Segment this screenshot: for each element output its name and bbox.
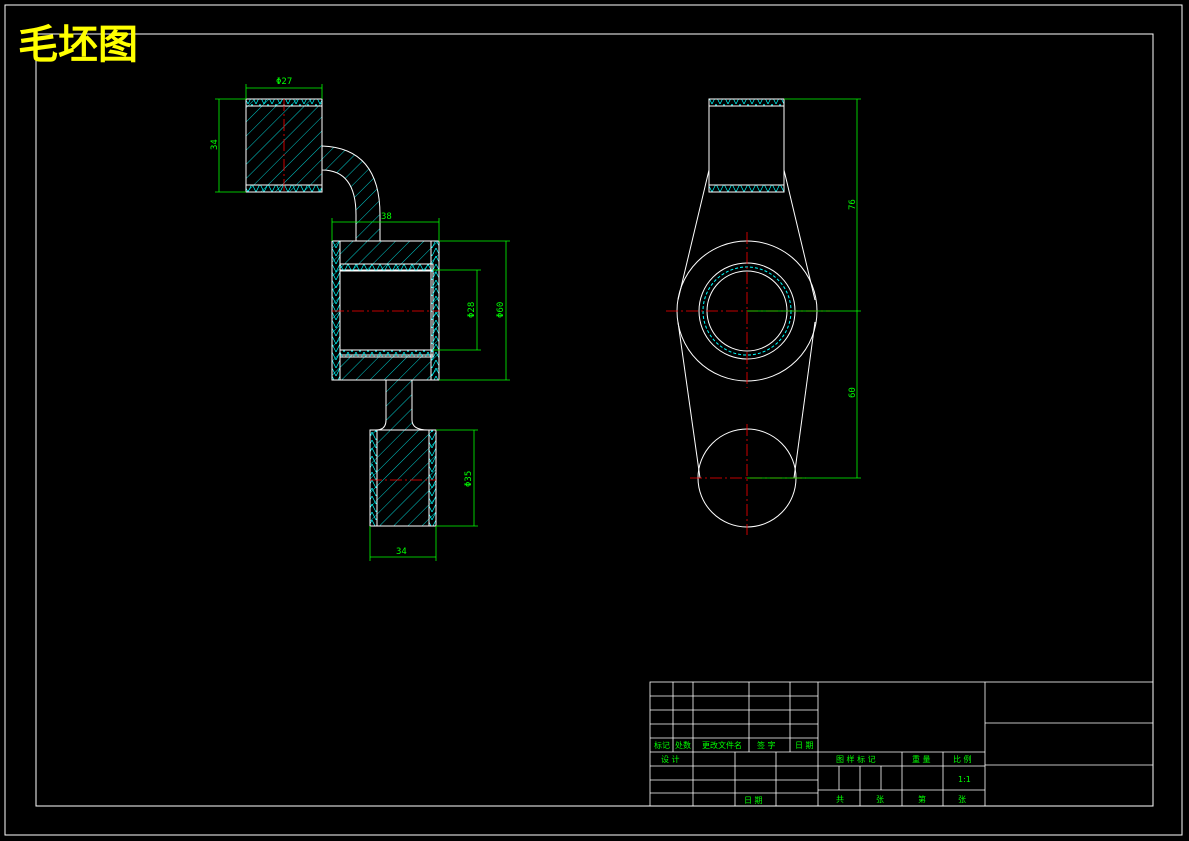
tb-date: 日 期 xyxy=(795,741,814,750)
dim-top-height: 34 xyxy=(210,139,220,150)
section-view xyxy=(245,98,440,527)
dim-bore-inner: Φ28 xyxy=(467,302,477,318)
tb-scale-label: 比 例 xyxy=(953,754,972,764)
front-top-boss xyxy=(708,98,785,193)
inner-frame xyxy=(35,33,1154,807)
front-top-knurl-bottom xyxy=(708,184,785,193)
tb-stage-mark: 图 样 标 记 xyxy=(836,754,876,764)
tb-sheets: 张 xyxy=(876,795,884,804)
bore-knurl-bottom xyxy=(339,349,434,358)
dim-side-lower: 60 xyxy=(848,387,858,398)
outer-frame xyxy=(4,4,1183,836)
front-dimensions xyxy=(747,98,861,479)
tb-mark: 标记 xyxy=(654,740,670,750)
drawing-sheet: 毛坯图 Φ27 34 38 Φ28 Φ60 Φ35 34 76 60 标记 处数… xyxy=(4,4,1183,836)
lower-stem xyxy=(375,379,429,431)
bore-knurl-top xyxy=(339,263,434,272)
front-top-knurl-top xyxy=(708,98,785,107)
tb-scale: 1:1 xyxy=(958,775,971,784)
drawing-title: 毛坯图 xyxy=(18,21,138,68)
bottom-knurl-right xyxy=(428,429,437,527)
tb-count: 处数 xyxy=(675,740,691,750)
tb-signature: 签 字 xyxy=(757,740,776,750)
block-knurl-left xyxy=(331,240,341,381)
dim-bore-outer: Φ60 xyxy=(496,302,506,318)
bottom-knurl-left xyxy=(369,429,378,527)
dim-top-width: Φ27 xyxy=(276,77,292,87)
block-knurl-right xyxy=(430,240,440,381)
dim-stem-width: 38 xyxy=(381,212,392,222)
tb-page: 第 xyxy=(918,794,926,804)
tb-sheet-word: 张 xyxy=(958,795,966,804)
tb-weight: 重 量 xyxy=(912,754,931,764)
dim-side-upper: 76 xyxy=(848,199,858,210)
front-centerlines xyxy=(666,232,830,535)
dim-bottom-width: 34 xyxy=(396,547,407,557)
middle-bore xyxy=(339,269,434,356)
tb-total: 共 xyxy=(836,795,844,804)
curved-arm xyxy=(321,145,381,242)
tb-change-doc: 更改文件名 xyxy=(702,740,742,750)
bottom-boss xyxy=(369,429,437,527)
tb-date2: 日 期 xyxy=(744,796,763,805)
dim-bottom-diameter: Φ35 xyxy=(464,471,474,487)
tb-design: 设 计 xyxy=(661,754,680,764)
